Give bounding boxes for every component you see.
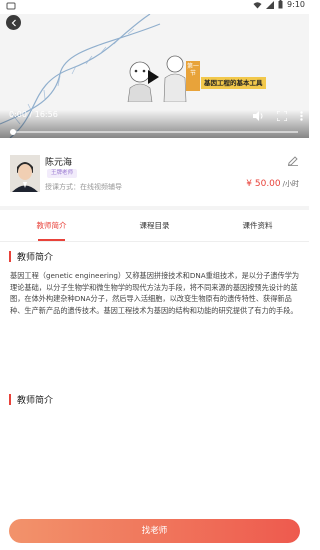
more-icon[interactable] bbox=[300, 111, 303, 121]
tab-teacher-intro[interactable]: 教师简介 bbox=[0, 210, 103, 241]
section-body-text: 基因工程（genetic engineering）又称基因拼接技术和DNA重组技… bbox=[10, 271, 300, 315]
section-title: 教师简介 bbox=[17, 253, 54, 263]
wifi-icon bbox=[253, 1, 262, 8]
tab-bar: 教师简介 课程目录 课件资料 bbox=[0, 210, 309, 242]
status-time: 9:10 bbox=[287, 0, 305, 9]
volume-icon[interactable] bbox=[253, 111, 264, 121]
video-progress-knob[interactable] bbox=[10, 129, 16, 135]
video-time: 0:00 / 16:56 bbox=[9, 110, 58, 119]
battery-icon bbox=[278, 0, 283, 9]
section-accent-bar bbox=[9, 394, 11, 405]
teacher-card: 陈元海 王牌老师 授课方式：在线视频辅导 ¥ 50.00/小时 bbox=[0, 138, 309, 206]
section-accent-bar bbox=[9, 251, 11, 262]
avatar bbox=[10, 155, 40, 192]
status-bar: 9:10 bbox=[0, 0, 309, 14]
notification-icon bbox=[6, 2, 16, 10]
teacher-name: 陈元海 bbox=[45, 158, 73, 168]
video-progress-bar[interactable] bbox=[12, 131, 298, 133]
price-value: ¥ 50.00 bbox=[246, 179, 281, 189]
fullscreen-icon[interactable] bbox=[277, 111, 287, 121]
slide-section-badge: 第一节 bbox=[186, 61, 200, 91]
play-button[interactable] bbox=[142, 66, 164, 88]
tab-course-catalog[interactable]: 课程目录 bbox=[103, 210, 206, 241]
price: ¥ 50.00/小时 bbox=[246, 179, 299, 189]
section-header-2: 教师简介 bbox=[9, 393, 53, 406]
video-player[interactable]: 第一节 基因工程的基本工具 0:00 / 16:56 bbox=[0, 14, 309, 138]
price-unit: /小时 bbox=[282, 180, 299, 188]
play-icon bbox=[148, 70, 159, 84]
section-title-2: 教师简介 bbox=[17, 396, 54, 406]
back-icon bbox=[11, 19, 16, 26]
tab-course-materials[interactable]: 课件资料 bbox=[206, 210, 309, 241]
teaching-method: 授课方式：在线视频辅导 bbox=[45, 183, 122, 191]
signal-icon bbox=[266, 0, 275, 9]
back-button[interactable] bbox=[6, 15, 21, 30]
slide-title: 基因工程的基本工具 bbox=[201, 77, 266, 89]
section-header: 教师简介 bbox=[9, 250, 53, 263]
teacher-tag-badge: 王牌老师 bbox=[47, 169, 78, 178]
edit-icon[interactable] bbox=[287, 154, 299, 166]
find-teacher-button[interactable]: 找老师 bbox=[9, 519, 300, 543]
